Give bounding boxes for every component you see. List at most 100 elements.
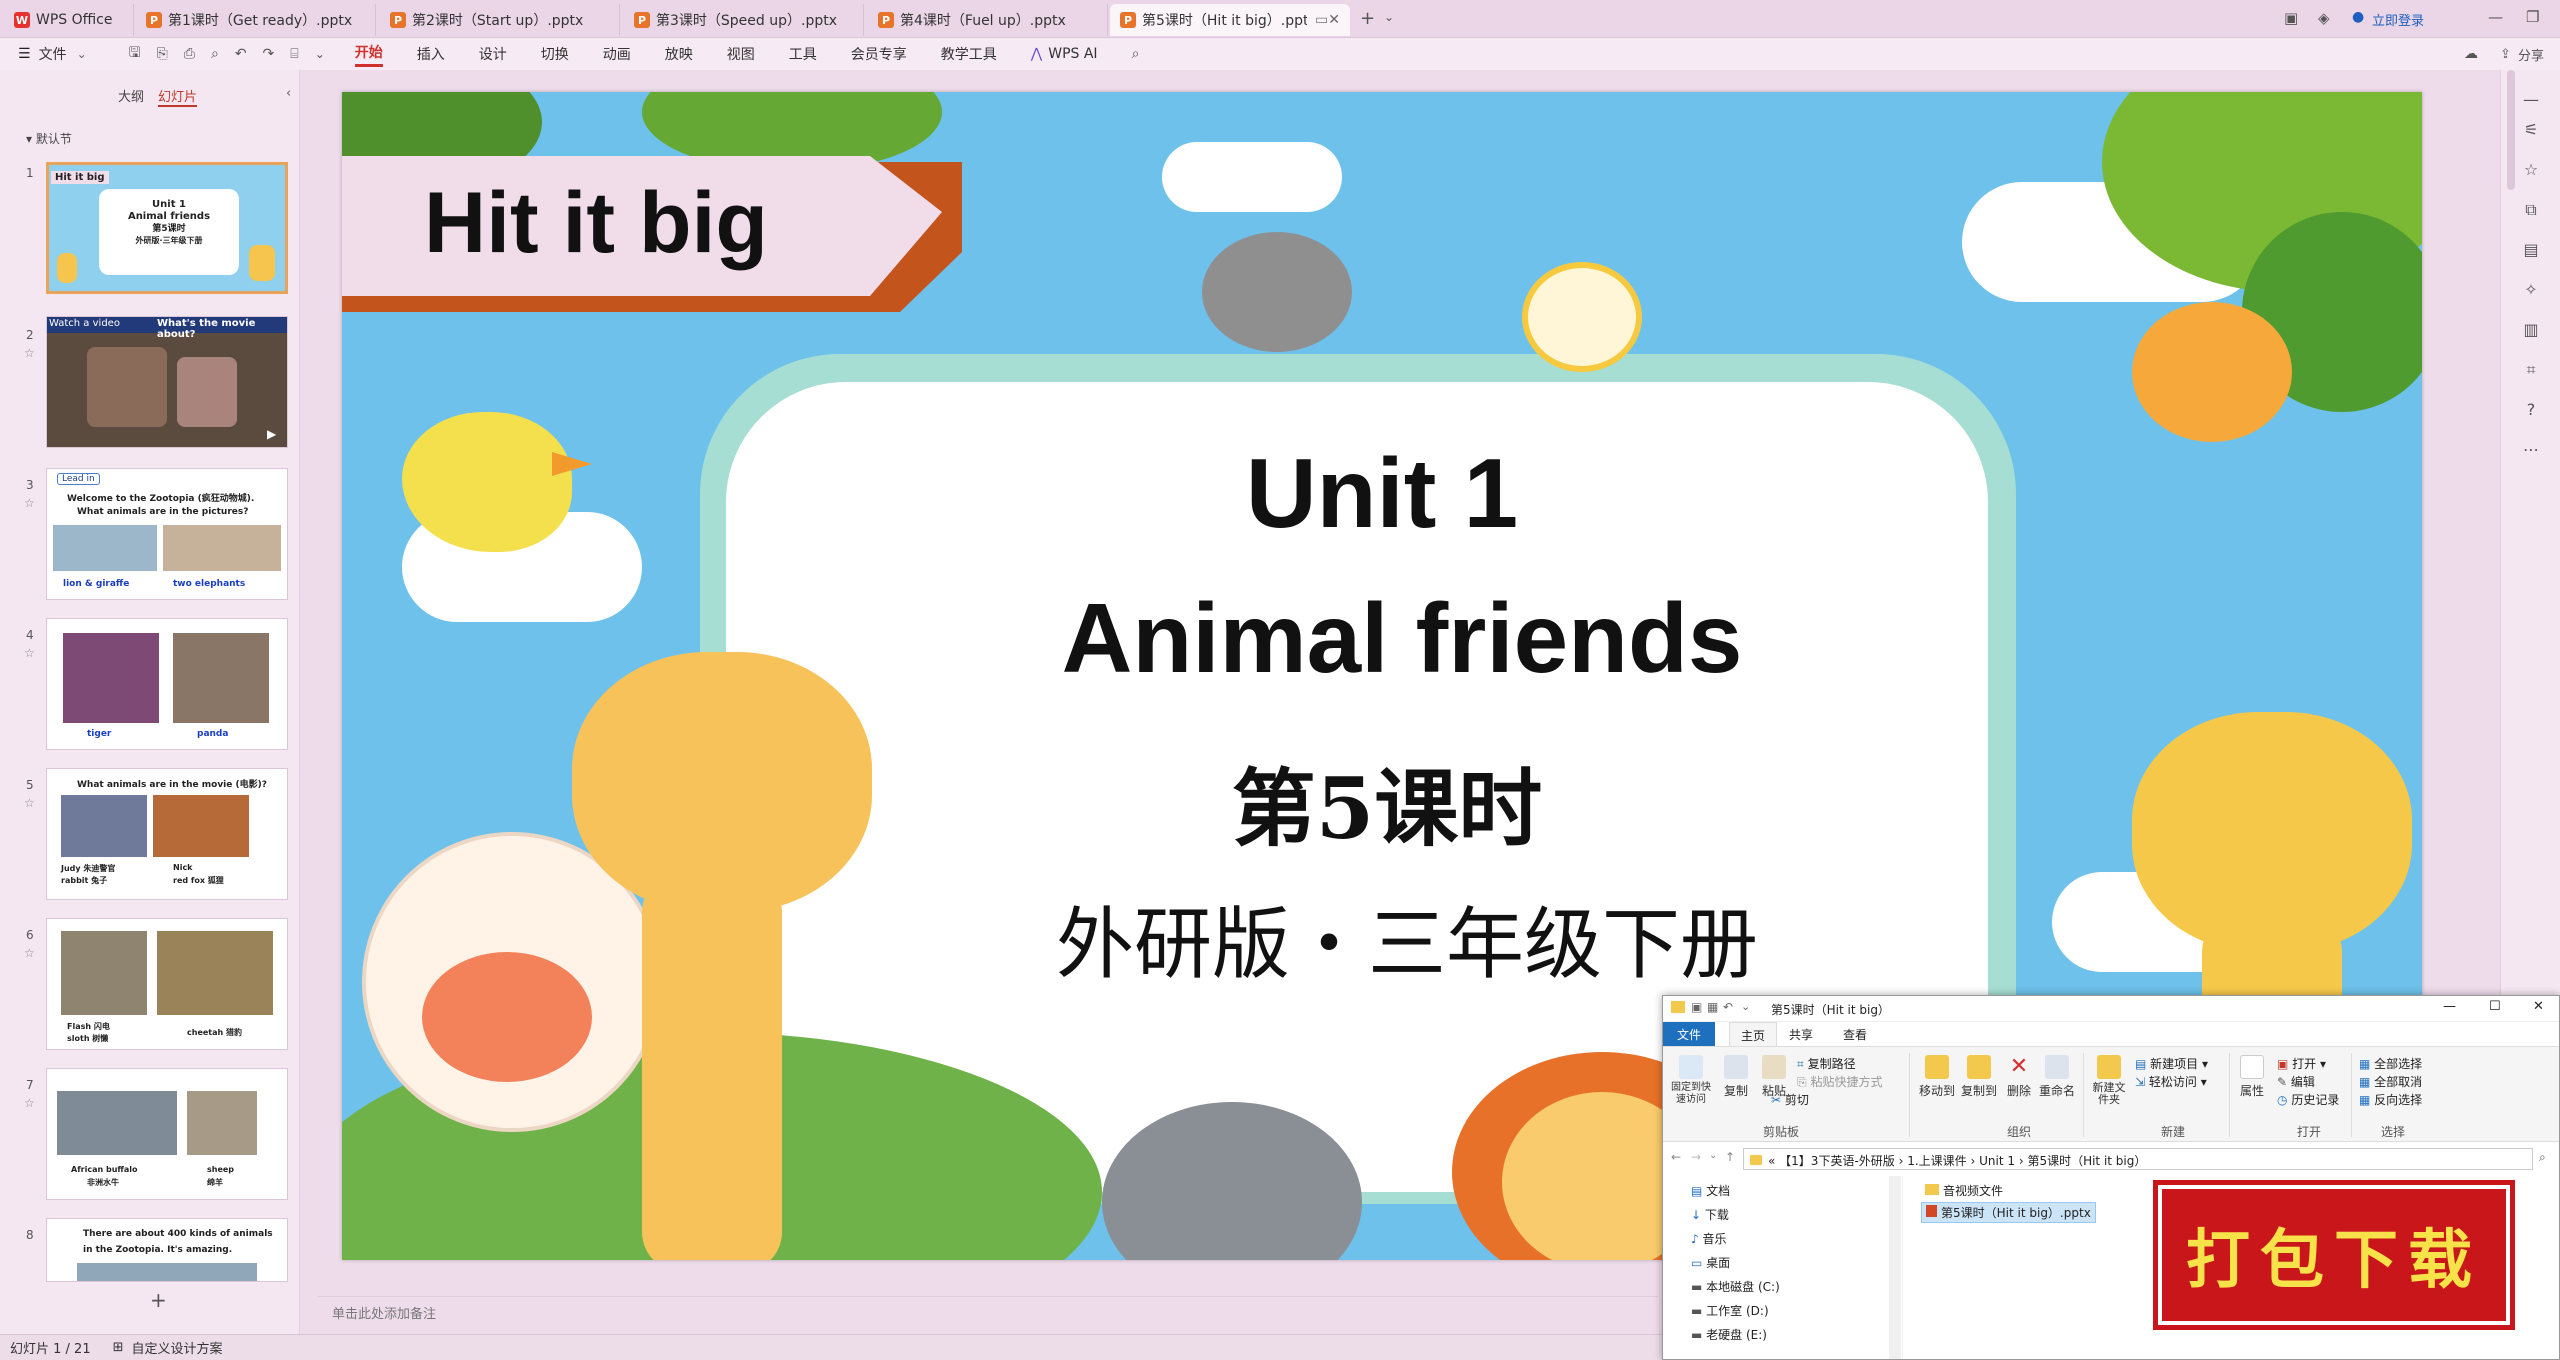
tab-slides[interactable]: 幻灯片: [158, 86, 198, 107]
tab-lesson3[interactable]: P 第3课时（Speed up）.pptx: [624, 4, 864, 36]
copy-path-button[interactable]: ⌗ 复制路径: [1797, 1055, 1856, 1072]
window-icon[interactable]: ▣: [2284, 9, 2298, 27]
slide-thumb-3[interactable]: Lead in Welcome to the Zootopia (疯狂动物城).…: [46, 468, 288, 600]
tab-wps-office[interactable]: W WPS Office: [4, 4, 134, 36]
nav-drive-d[interactable]: ▬ 工作室 (D:): [1691, 1302, 1769, 1319]
package-download-badge[interactable]: 打包下载: [2158, 1185, 2510, 1325]
notes-field[interactable]: 单击此处添加备注: [318, 1296, 1658, 1326]
export-icon[interactable]: ⎘: [157, 46, 168, 62]
menu-tools[interactable]: 工具: [789, 44, 817, 64]
cube-icon[interactable]: ◈: [2318, 9, 2330, 27]
scrollbar[interactable]: [2507, 70, 2515, 190]
print-icon[interactable]: ⎙: [184, 46, 195, 62]
format-painter-icon[interactable]: ⌸: [290, 46, 298, 62]
magic-icon[interactable]: ✧: [2521, 280, 2541, 300]
cut-button[interactable]: ✂ 剪切: [1771, 1091, 1809, 1108]
new-tab-icon[interactable]: +: [1360, 8, 1375, 29]
menu-animation[interactable]: 动画: [603, 44, 631, 64]
close-tab-icon[interactable]: ✕: [1328, 12, 1340, 28]
menu-file[interactable]: 文件: [39, 44, 67, 64]
move-to-button[interactable]: 移动到: [1917, 1055, 1957, 1099]
adjust-icon[interactable]: ⚟: [2521, 120, 2541, 140]
copy-button[interactable]: 复制: [1719, 1055, 1753, 1099]
invert-selection-button[interactable]: ▦ 反向选择: [2359, 1091, 2422, 1108]
delete-button[interactable]: ✕ 删除: [2003, 1055, 2035, 1099]
copy-to-button[interactable]: 复制到: [1959, 1055, 1999, 1099]
login-link[interactable]: 立即登录: [2372, 10, 2424, 29]
star-icon[interactable]: ☆: [2521, 160, 2541, 180]
menu-home[interactable]: 开始: [354, 42, 383, 67]
design-scheme[interactable]: 自定义设计方案: [132, 1338, 223, 1357]
maximize-icon[interactable]: ☐: [2489, 999, 2501, 1014]
star-icon[interactable]: ☆: [24, 796, 35, 810]
slide-thumb-8[interactable]: There are about 400 kinds of animals in …: [46, 1218, 288, 1282]
image-icon[interactable]: ▤: [2521, 240, 2541, 260]
nav-drive-e[interactable]: ▬ 老硬盘 (E:): [1691, 1326, 1767, 1343]
search-icon[interactable]: ⌕: [2539, 1150, 2546, 1165]
menu-member[interactable]: 会员专享: [851, 44, 907, 64]
ribbon-tab-share[interactable]: 共享: [1789, 1026, 1813, 1043]
ribbon-tab-file[interactable]: 文件: [1663, 1022, 1715, 1046]
slide-thumb-2[interactable]: Watch a video What's the movie about? ▶: [46, 316, 288, 448]
up-icon[interactable]: ↑: [1725, 1150, 1735, 1164]
collapse-icon[interactable]: —: [2521, 90, 2541, 110]
share-button[interactable]: 分享: [2518, 45, 2544, 64]
collapse-panel-icon[interactable]: ‹: [286, 86, 291, 101]
play-icon[interactable]: ▶: [267, 427, 276, 441]
ribbon-tab-view[interactable]: 查看: [1843, 1026, 1867, 1043]
cloud-icon[interactable]: ☁: [2464, 46, 2478, 62]
nav-drive-c[interactable]: ▬ 本地磁盘 (C:): [1691, 1278, 1780, 1295]
wps-ai-icon[interactable]: ⋀: [1031, 46, 1042, 62]
slide-thumb-6[interactable]: Flash 闪电 sloth 树懒 cheetah 猎豹: [46, 918, 288, 1050]
history-button[interactable]: ◷ 历史记录: [2277, 1091, 2339, 1108]
menu-teaching-tools[interactable]: 教学工具: [941, 44, 997, 64]
redo-icon[interactable]: ↷: [263, 46, 275, 62]
star-icon[interactable]: ☆: [24, 646, 35, 660]
minimize-icon[interactable]: —: [2488, 8, 2503, 26]
address-bar[interactable]: « 【1】3下英语-外研版 › 1.上课课件 › Unit 1 › 第5课时（H…: [1743, 1148, 2533, 1170]
undo-icon[interactable]: ↶: [235, 46, 247, 62]
more-icon[interactable]: ⋯: [2521, 440, 2541, 460]
open-button[interactable]: ▣ 打开 ▾: [2277, 1055, 2326, 1072]
select-all-button[interactable]: ▦ 全部选择: [2359, 1055, 2422, 1072]
select-none-button[interactable]: ▦ 全部取消: [2359, 1073, 2422, 1090]
tab-lesson4[interactable]: P 第4课时（Fuel up）.pptx: [868, 4, 1108, 36]
save-icon[interactable]: 🖫: [129, 42, 141, 66]
scrollbar[interactable]: [1889, 1176, 1901, 1359]
paste-shortcut-button[interactable]: ⎘ 粘贴快捷方式: [1797, 1073, 1882, 1090]
slide-thumb-4[interactable]: tiger panda: [46, 618, 288, 750]
tab-lesson1[interactable]: P 第1课时（Get ready）.pptx: [136, 4, 376, 36]
star-icon[interactable]: ☆: [24, 946, 35, 960]
section-header[interactable]: ▾ 默认节: [26, 130, 72, 147]
star-icon[interactable]: ☆: [24, 1096, 35, 1110]
tab-list-chevron-icon[interactable]: ⌄: [1384, 10, 1394, 24]
new-folder-quick-icon[interactable]: ▦: [1707, 1000, 1718, 1014]
nav-downloads[interactable]: ↓ 下载: [1691, 1206, 1729, 1223]
properties-quick-icon[interactable]: ▣: [1691, 1000, 1702, 1014]
nav-desktop[interactable]: ▭ 桌面: [1691, 1254, 1730, 1271]
close-icon[interactable]: ✕: [2533, 999, 2544, 1014]
tab-lesson5[interactable]: P 第5课时（Hit it big）.pptx ▭ ✕: [1110, 4, 1350, 36]
add-slide-icon[interactable]: +: [150, 1288, 167, 1312]
star-icon[interactable]: ☆: [24, 496, 35, 510]
share-icon[interactable]: ⇪: [2500, 47, 2511, 62]
restore-icon[interactable]: ❐: [2526, 8, 2539, 26]
menu-wps-ai[interactable]: WPS AI: [1048, 46, 1097, 62]
forward-icon[interactable]: →: [1691, 1150, 1701, 1164]
properties-button[interactable]: 属性: [2235, 1055, 2269, 1099]
user-icon[interactable]: ●: [2352, 9, 2364, 25]
copy-icon[interactable]: ⧉: [2521, 200, 2541, 220]
easy-access-button[interactable]: ⇲ 轻松访问 ▾: [2135, 1073, 2207, 1090]
recent-chevron-icon[interactable]: ⌄: [1709, 1150, 1717, 1161]
nav-documents[interactable]: ▤ 文档: [1691, 1182, 1730, 1199]
hamburger-icon[interactable]: ☰: [18, 46, 31, 62]
file-item-pptx[interactable]: 第5课时（Hit it big）.pptx: [1921, 1202, 2096, 1223]
monitor-icon[interactable]: ▭: [1315, 12, 1328, 28]
rename-button[interactable]: 重命名: [2037, 1055, 2077, 1099]
pin-quick-access-button[interactable]: 固定到快速访问: [1669, 1055, 1713, 1106]
search-icon[interactable]: ⌕: [1132, 46, 1140, 62]
minimize-icon[interactable]: —: [2443, 999, 2456, 1014]
menu-transition[interactable]: 切换: [541, 44, 569, 64]
new-folder-button[interactable]: 新建文件夹: [2089, 1055, 2129, 1106]
tab-lesson2[interactable]: P 第2课时（Start up）.pptx: [380, 4, 620, 36]
